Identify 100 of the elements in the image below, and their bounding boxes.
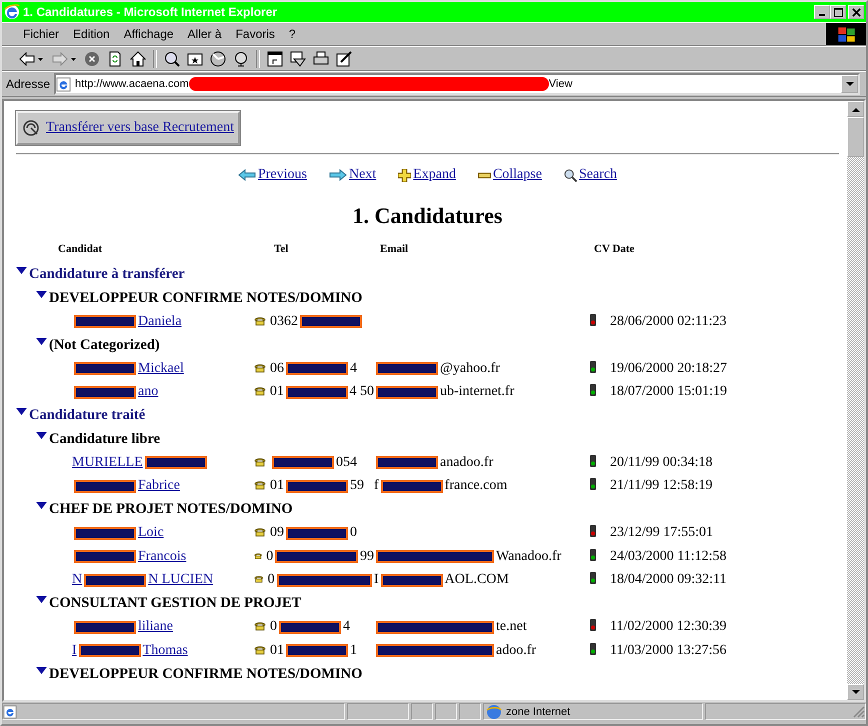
resize-grip-icon[interactable]	[853, 706, 865, 718]
phone-icon	[254, 386, 266, 396]
cell-text: 1	[350, 642, 357, 659]
candidate-name-link[interactable]: ano	[138, 384, 158, 400]
column-header: Tel	[273, 243, 290, 257]
menu-item[interactable]: Aller à	[180, 27, 229, 41]
nav-link[interactable]: Search	[578, 167, 618, 183]
cv-date: 11/02/2000 12:30:39	[610, 619, 727, 636]
expanded-triangle-icon[interactable]	[16, 267, 27, 275]
dropdown-button[interactable]	[841, 75, 858, 93]
nav-link[interactable]: Collapse	[492, 167, 542, 183]
phone-icon	[254, 550, 262, 561]
status-light-icon	[590, 642, 596, 655]
back-button[interactable]	[18, 52, 44, 66]
transfer-link[interactable]: Transférer vers base Recrutement	[46, 120, 234, 136]
expanded-triangle-icon[interactable]	[36, 502, 47, 510]
status-pane	[435, 703, 457, 720]
redaction-mark	[74, 480, 136, 493]
candidate-name-link[interactable]: Mickael	[138, 360, 184, 377]
subcategory-heading[interactable]: (Not Categorized)	[49, 336, 160, 354]
subcategory-heading[interactable]: CHEF DE PROJET NOTES/DOMINO	[49, 501, 293, 518]
print-icon[interactable]	[313, 50, 329, 66]
expanded-triangle-icon[interactable]	[36, 338, 47, 346]
maximize-button[interactable]	[830, 5, 846, 19]
redaction-mark	[376, 386, 438, 399]
globe-icon[interactable]	[233, 50, 249, 66]
column-header: Email	[379, 243, 410, 257]
subcategory-heading[interactable]: DEVELOPPEUR CONFIRME NOTES/DOMINO	[49, 290, 362, 307]
redaction-mark	[74, 550, 136, 564]
candidate-name-link[interactable]: MURIELLE	[72, 454, 143, 471]
maximize-icon	[834, 8, 842, 16]
candidate-name-link[interactable]: Thomas	[142, 642, 188, 659]
menu-item[interactable]: ?	[282, 27, 303, 41]
status-light-icon	[590, 454, 596, 467]
scrollbar-thumb[interactable]	[847, 117, 864, 157]
cell-text: adoo.fr	[496, 642, 536, 659]
window-title: 1. Candidatures - Microsoft Internet Explorer	[23, 5, 278, 19]
menu-item[interactable]: Fichier	[16, 27, 66, 41]
category-heading[interactable]: Candidature à transférer	[29, 266, 185, 284]
down-arrow-icon	[852, 690, 860, 694]
address-label: Adresse	[6, 77, 50, 91]
close-button[interactable]	[848, 5, 864, 19]
menu-item[interactable]: Affichage	[116, 27, 181, 41]
phone-icon	[254, 621, 266, 632]
candidate-name-link[interactable]: Loic	[138, 525, 164, 542]
cell-text: @yahoo.fr	[440, 360, 500, 377]
edit-icon[interactable]	[336, 50, 352, 66]
transfer-icon	[22, 119, 40, 137]
redaction-mark	[286, 362, 348, 376]
candidate-name-link[interactable]: I	[72, 642, 77, 659]
cell-text: anadoo.fr	[440, 454, 494, 471]
status-light-icon	[590, 572, 596, 584]
candidate-name-link[interactable]: Fabrice	[138, 478, 180, 494]
subcategory-heading[interactable]: CONSULTANT GESTION DE PROJET	[49, 595, 302, 612]
expanded-triangle-icon[interactable]	[36, 432, 47, 440]
mail-icon[interactable]	[290, 50, 306, 66]
search-icon[interactable]	[164, 50, 180, 66]
subcategory-heading[interactable]: Candidature libre	[49, 430, 160, 448]
scroll-down-button[interactable]	[847, 684, 864, 700]
favorites-folder-icon[interactable]	[187, 50, 203, 66]
candidate-name-link[interactable]: N	[72, 572, 82, 588]
cell-text: ub-internet.fr	[440, 384, 514, 400]
cell-text: Wanadoo.fr	[496, 548, 562, 565]
candidate-name-link[interactable]: liliane	[138, 619, 173, 636]
refresh-icon[interactable]	[107, 50, 123, 66]
candidate-name-link[interactable]: N LUCIEN	[148, 572, 214, 588]
redaction-mark	[286, 644, 348, 658]
category-heading[interactable]: Candidature traité	[29, 407, 146, 424]
candidate-name-link[interactable]: Francois	[138, 548, 186, 565]
forward-button[interactable]	[51, 52, 77, 66]
fullscreen-icon[interactable]	[267, 50, 283, 66]
menu-item[interactable]: Favoris	[228, 27, 282, 41]
subcategory-heading[interactable]: DEVELOPPEUR CONFIRME NOTES/DOMINO	[49, 666, 362, 683]
nav-link[interactable]: Previous	[258, 167, 307, 183]
expanded-triangle-icon[interactable]	[36, 666, 47, 674]
column-header: Candidat	[57, 243, 104, 257]
phone-icon	[254, 480, 266, 490]
cv-date: 18/07/2000 15:01:19	[610, 384, 728, 400]
nav-link[interactable]: Next	[348, 167, 376, 183]
zone-text: zone Internet	[506, 706, 570, 718]
menu-item[interactable]: Edition	[66, 27, 117, 41]
stop-icon[interactable]	[84, 50, 100, 66]
cv-date: 23/12/99 17:55:01	[610, 525, 714, 542]
address-field[interactable]: http://www.acaena.com View	[54, 73, 860, 95]
expanded-triangle-icon[interactable]	[36, 290, 47, 298]
cell-text: f	[374, 478, 379, 494]
redaction-mark	[376, 456, 438, 470]
up-arrow-icon	[852, 106, 860, 112]
history-icon[interactable]	[210, 50, 226, 66]
cell-text: 99	[360, 548, 374, 565]
cell-text: 01	[270, 642, 284, 659]
minimize-button[interactable]	[814, 5, 830, 19]
redaction-mark	[74, 362, 136, 376]
cell-text: 0362	[270, 314, 298, 330]
scroll-up-button[interactable]	[847, 101, 864, 117]
candidate-name-link[interactable]: Daniela	[138, 314, 182, 330]
home-icon[interactable]	[130, 50, 146, 66]
expanded-triangle-icon[interactable]	[16, 408, 27, 416]
expanded-triangle-icon[interactable]	[36, 596, 47, 604]
nav-link[interactable]: Expand	[413, 167, 456, 183]
